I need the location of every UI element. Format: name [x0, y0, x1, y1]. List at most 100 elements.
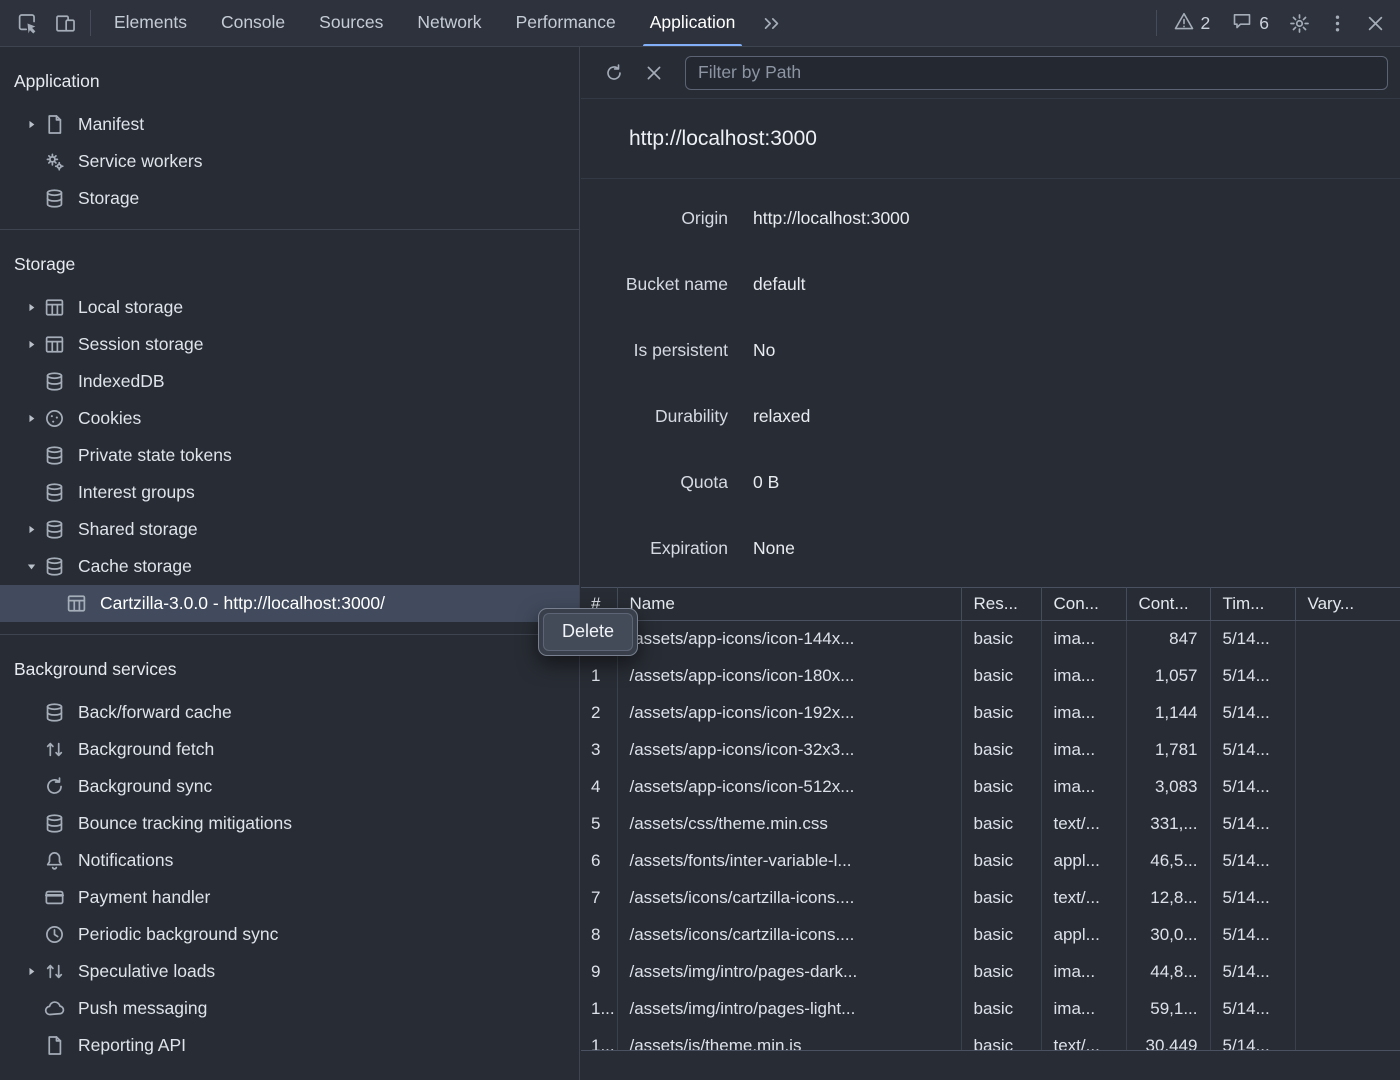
meta-label: Bucket name — [581, 274, 753, 295]
device-toolbar-icon[interactable] — [46, 0, 84, 46]
sidebar-item-label: Back/forward cache — [78, 702, 232, 723]
sidebar-item-reporting-api[interactable]: Reporting API — [0, 1027, 579, 1064]
sidebar-item-notifications[interactable]: Notifications — [0, 842, 579, 879]
table-body: 0/assets/app-icons/icon-144x...basicima.… — [581, 621, 1400, 1051]
tab-sources[interactable]: Sources — [302, 0, 400, 46]
database-icon — [42, 482, 78, 503]
sidebar-item-storage[interactable]: Storage — [0, 180, 579, 217]
tab-performance[interactable]: Performance — [499, 0, 633, 46]
cell-cont: 1,781 — [1126, 732, 1210, 769]
filter-input[interactable] — [685, 56, 1388, 90]
cell-tim: 5/14... — [1210, 1028, 1295, 1051]
sidebar-item-background-sync[interactable]: Background sync — [0, 768, 579, 805]
meta-row-bucket-name: Bucket namedefault — [581, 251, 1400, 317]
sidebar-item-service-workers[interactable]: Service workers — [0, 143, 579, 180]
sidebar-item-background-fetch[interactable]: Background fetch — [0, 731, 579, 768]
cache-entry-row[interactable]: 1/assets/app-icons/icon-180x...basicima.… — [581, 658, 1400, 695]
issues-badge[interactable]: 6 — [1221, 11, 1280, 36]
cache-entry-row[interactable]: 4/assets/app-icons/icon-512x...basicima.… — [581, 769, 1400, 806]
refresh-icon[interactable] — [599, 58, 629, 88]
sidebar-item-cartzilla-3-0-0-http-localhost-3000[interactable]: Cartzilla-3.0.0 - http://localhost:3000/ — [0, 585, 579, 622]
cache-entry-row[interactable]: 6/assets/fonts/inter-variable-l...basica… — [581, 843, 1400, 880]
meta-label: Quota — [581, 472, 753, 493]
tab-network[interactable]: Network — [400, 0, 498, 46]
cell-vary — [1295, 991, 1400, 1028]
gear-icon[interactable] — [1280, 0, 1318, 46]
table-header-row: #NameRes...Con...Cont...Tim...Vary... — [581, 588, 1400, 621]
triangle-right-icon[interactable] — [20, 338, 42, 351]
devtools-window: { "colors": { "background": "#282c34", "… — [0, 0, 1400, 1080]
cell-tim: 5/14... — [1210, 732, 1295, 769]
sidebar-item-label: Storage — [78, 188, 139, 209]
column-header-tim[interactable]: Tim... — [1210, 588, 1295, 621]
meta-row-durability: Durabilityrelaxed — [581, 383, 1400, 449]
sidebar-item-back-forward-cache[interactable]: Back/forward cache — [0, 694, 579, 731]
sidebar-item-bounce-tracking-mitigations[interactable]: Bounce tracking mitigations — [0, 805, 579, 842]
sidebar-item-shared-storage[interactable]: Shared storage — [0, 511, 579, 548]
triangle-right-icon[interactable] — [20, 965, 42, 978]
more-tabs-icon[interactable] — [752, 0, 790, 46]
sidebar-item-private-state-tokens[interactable]: Private state tokens — [0, 437, 579, 474]
clear-icon[interactable] — [639, 58, 669, 88]
fetch-icon — [42, 961, 78, 982]
cell-cont: 1,144 — [1126, 695, 1210, 732]
column-header-name[interactable]: Name — [617, 588, 961, 621]
cache-entry-row[interactable]: 0/assets/app-icons/icon-144x...basicima.… — [581, 621, 1400, 658]
kebab-menu-icon[interactable] — [1318, 0, 1356, 46]
cell-tim: 5/14... — [1210, 954, 1295, 991]
cache-entry-row[interactable]: 9/assets/img/intro/pages-dark...basicima… — [581, 954, 1400, 991]
sidebar-item-periodic-background-sync[interactable]: Periodic background sync — [0, 916, 579, 953]
triangle-right-icon[interactable] — [20, 523, 42, 536]
cell-res: basic — [961, 732, 1041, 769]
close-icon[interactable] — [1356, 0, 1394, 46]
cell-res: basic — [961, 769, 1041, 806]
cell-con: ima... — [1041, 658, 1126, 695]
tab-console[interactable]: Console — [204, 0, 302, 46]
sidebar-item-manifest[interactable]: Manifest — [0, 106, 579, 143]
triangle-right-icon[interactable] — [20, 412, 42, 425]
sidebar-item-cache-storage[interactable]: Cache storage — [0, 548, 579, 585]
cache-entry-row[interactable]: 1.../assets/js/theme.min.jsbasictext/...… — [581, 1028, 1400, 1051]
meta-label: Is persistent — [581, 340, 753, 361]
triangle-down-icon[interactable] — [20, 560, 42, 573]
document-icon — [42, 1035, 78, 1056]
sidebar-item-interest-groups[interactable]: Interest groups — [0, 474, 579, 511]
meta-label: Durability — [581, 406, 753, 427]
tab-elements[interactable]: Elements — [97, 0, 204, 46]
cache-storage-panel: http://localhost:3000 Originhttp://local… — [581, 47, 1400, 1080]
sidebar-divider — [0, 229, 579, 230]
warnings-badge[interactable]: 2 — [1163, 11, 1222, 36]
tab-application[interactable]: Application — [633, 0, 753, 46]
cell-cont: 30,0... — [1126, 917, 1210, 954]
sidebar-item-payment-handler[interactable]: Payment handler — [0, 879, 579, 916]
cell-res: basic — [961, 954, 1041, 991]
cache-entry-row[interactable]: 8/assets/icons/cartzilla-icons....basica… — [581, 917, 1400, 954]
cell-con: ima... — [1041, 954, 1126, 991]
cache-entry-row[interactable]: 2/assets/app-icons/icon-192x...basicima.… — [581, 695, 1400, 732]
cache-entry-row[interactable]: 1.../assets/img/intro/pages-light...basi… — [581, 991, 1400, 1028]
triangle-right-icon[interactable] — [20, 301, 42, 314]
meta-row-origin: Originhttp://localhost:3000 — [581, 185, 1400, 251]
sidebar-item-indexeddb[interactable]: IndexedDB — [0, 363, 579, 400]
sidebar-item-push-messaging[interactable]: Push messaging — [0, 990, 579, 1027]
column-header-res[interactable]: Res... — [961, 588, 1041, 621]
cache-entry-row[interactable]: 5/assets/css/theme.min.cssbasictext/...3… — [581, 806, 1400, 843]
column-header-con[interactable]: Con... — [1041, 588, 1126, 621]
clock-icon — [42, 924, 78, 945]
menu-item-delete[interactable]: Delete — [543, 613, 633, 651]
triangle-right-icon[interactable] — [20, 118, 42, 131]
sidebar-item-speculative-loads[interactable]: Speculative loads — [0, 953, 579, 990]
meta-label: Expiration — [581, 538, 753, 559]
cell-cont: 847 — [1126, 621, 1210, 658]
sidebar-item-cookies[interactable]: Cookies — [0, 400, 579, 437]
cell-vary — [1295, 880, 1400, 917]
devtools-toolbar: ElementsConsoleSourcesNetworkPerformance… — [0, 0, 1400, 47]
cache-entry-row[interactable]: 7/assets/icons/cartzilla-icons....basict… — [581, 880, 1400, 917]
sidebar-item-session-storage[interactable]: Session storage — [0, 326, 579, 363]
column-header-vary[interactable]: Vary... — [1295, 588, 1400, 621]
cache-entry-row[interactable]: 3/assets/app-icons/icon-32x3...basicima.… — [581, 732, 1400, 769]
column-header-cont[interactable]: Cont... — [1126, 588, 1210, 621]
table-icon — [64, 593, 100, 614]
inspect-icon[interactable] — [8, 0, 46, 46]
sidebar-item-local-storage[interactable]: Local storage — [0, 289, 579, 326]
